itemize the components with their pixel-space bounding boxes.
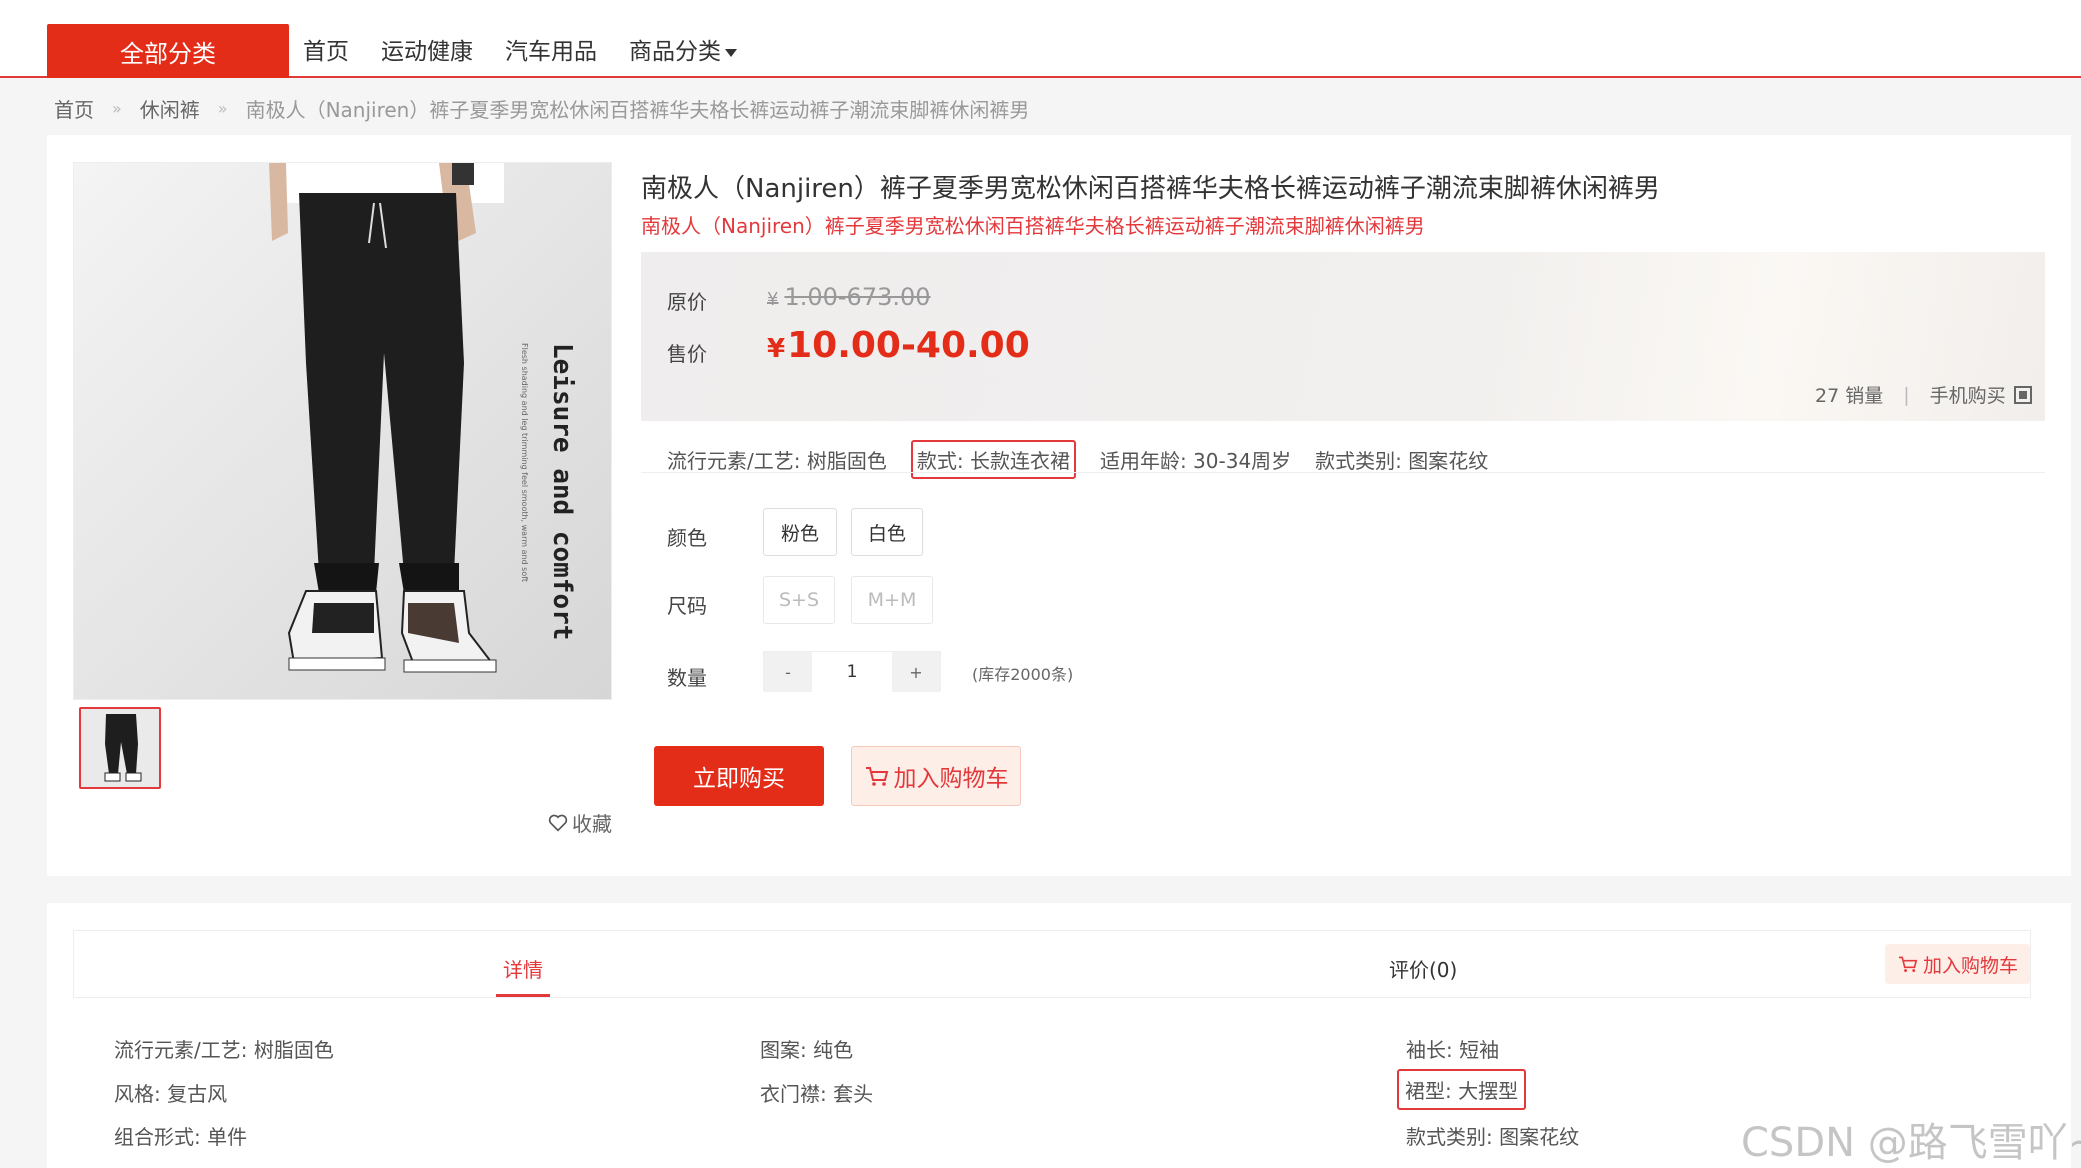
nav-product-categories-label: 商品分类 bbox=[629, 39, 721, 65]
product-attributes: 流行元素/工艺: 树脂固色 款式: 长款连衣裙 适用年龄: 30-34周岁 款式… bbox=[667, 440, 1488, 479]
currency-symbol: ¥ bbox=[767, 289, 779, 310]
breadcrumb-home[interactable]: 首页 bbox=[54, 94, 94, 123]
pants-illustration: Leisure and comfort Flesh shading and le… bbox=[74, 163, 611, 699]
breadcrumb: 首页 » 休闲裤 » 南极人（Nanjiren）裤子夏季男宽松休闲百搭裤华夫格长… bbox=[54, 94, 1029, 123]
attribute-item: 适用年龄: 30-34周岁 bbox=[1099, 449, 1292, 473]
color-label: 颜色 bbox=[667, 526, 707, 550]
quantity-increment-button[interactable]: + bbox=[892, 652, 940, 692]
currency-symbol: ¥ bbox=[767, 334, 786, 364]
stock-info: (库存2000条) bbox=[972, 665, 1074, 684]
spec-item-highlighted: 裙型: 大摆型 bbox=[1397, 1069, 1527, 1110]
nav-links: 首页 运动健康 汽车用品 商品分类 bbox=[303, 32, 801, 66]
breadcrumb-current: 南极人（Nanjiren）裤子夏季男宽松休闲百搭裤华夫格长裤运动裤子潮流束脚裤休… bbox=[245, 98, 1030, 122]
add-to-cart-button[interactable]: 加入购物车 bbox=[851, 746, 1021, 806]
product-title: 南极人（Nanjiren）裤子夏季男宽松休闲百搭裤华夫格长裤运动裤子潮流束脚裤休… bbox=[641, 174, 1660, 204]
color-option-white[interactable]: 白色 bbox=[851, 508, 923, 556]
mobile-buy-link[interactable]: 手机购买 bbox=[1930, 381, 2006, 408]
sales-count: 27 销量 bbox=[1815, 385, 1884, 407]
spec-item: 袖长: 短袖 bbox=[1406, 1038, 1500, 1062]
original-price-label: 原价 bbox=[667, 290, 707, 314]
watermark: CSDN @路飞雪吖~ bbox=[1741, 1120, 2081, 1166]
tab-add-to-cart-button[interactable]: 加入购物车 bbox=[1885, 944, 2030, 984]
nav-home[interactable]: 首页 bbox=[303, 32, 349, 66]
favorite-label: 收藏 bbox=[572, 812, 612, 836]
tab-detail[interactable]: 详情 bbox=[503, 954, 543, 983]
image-subtext: Flesh shading and leg trimming feel smoo… bbox=[520, 343, 529, 582]
heart-icon bbox=[548, 814, 568, 832]
size-option-m[interactable]: M+M bbox=[851, 576, 933, 624]
quantity-label: 数量 bbox=[667, 666, 707, 690]
image-headline: Leisure and comfort bbox=[547, 343, 577, 640]
size-option-s[interactable]: S+S bbox=[763, 576, 835, 624]
attribute-item: 款式类别: 图案花纹 bbox=[1315, 449, 1489, 473]
original-price: ¥1.00-673.00 bbox=[767, 283, 931, 311]
buy-now-button[interactable]: 立即购买 bbox=[654, 746, 824, 806]
divider: | bbox=[1903, 383, 1910, 406]
caret-down-icon bbox=[725, 48, 737, 57]
attribute-item-highlighted: 款式: 长款连衣裙 bbox=[910, 440, 1076, 479]
nav-auto-supplies[interactable]: 汽车用品 bbox=[505, 32, 597, 66]
product-thumbnail[interactable] bbox=[79, 707, 161, 789]
nav-product-categories[interactable]: 商品分类 bbox=[629, 32, 769, 66]
cart-icon bbox=[865, 767, 888, 786]
sales-info: 27 销量 | 手机购买 bbox=[1815, 381, 2032, 408]
breadcrumb-category[interactable]: 休闲裤 bbox=[140, 94, 200, 123]
detail-tabs bbox=[73, 930, 2031, 998]
add-to-cart-label: 加入购物车 bbox=[893, 766, 1009, 792]
spec-item: 流行元素/工艺: 树脂固色 bbox=[114, 1038, 334, 1062]
spec-item: 图案: 纯色 bbox=[760, 1038, 854, 1062]
product-main-image: Leisure and comfort Flesh shading and le… bbox=[73, 162, 612, 700]
quantity-decrement-button[interactable]: - bbox=[764, 652, 812, 692]
attribute-item: 流行元素/工艺: 树脂固色 bbox=[667, 449, 887, 473]
quantity-stepper: - 1 + bbox=[763, 651, 941, 692]
sale-price-value: 10.00-40.00 bbox=[787, 325, 1030, 366]
nav-sports-health[interactable]: 运动健康 bbox=[381, 32, 473, 66]
favorite-button[interactable]: 收藏 bbox=[548, 808, 612, 837]
product-subtitle: 南极人（Nanjiren）裤子夏季男宽松休闲百搭裤华夫格长裤运动裤子潮流束脚裤休… bbox=[641, 214, 1425, 238]
active-tab-indicator bbox=[496, 994, 550, 997]
all-categories-button[interactable]: 全部分类 bbox=[47, 24, 289, 78]
breadcrumb-separator: » bbox=[112, 99, 122, 118]
top-nav: 全部分类 首页 运动健康 汽车用品 商品分类 bbox=[0, 0, 2081, 78]
original-price-value: 1.00-673.00 bbox=[784, 283, 931, 311]
spec-item: 组合形式: 单件 bbox=[114, 1125, 248, 1149]
sale-price-label: 售价 bbox=[667, 342, 707, 366]
thumbnail-image bbox=[81, 709, 159, 787]
size-label: 尺码 bbox=[667, 594, 707, 618]
quantity-input[interactable]: 1 bbox=[812, 652, 892, 692]
cart-icon bbox=[1898, 956, 1918, 973]
sale-price: ¥10.00-40.00 bbox=[767, 325, 1030, 366]
spec-item: 衣门襟: 套头 bbox=[760, 1082, 874, 1106]
qr-code-icon[interactable] bbox=[2013, 385, 2032, 404]
divider bbox=[641, 472, 2045, 473]
tab-reviews[interactable]: 评价(0) bbox=[1389, 954, 1457, 983]
breadcrumb-separator: » bbox=[217, 99, 228, 118]
spec-item: 风格: 复古风 bbox=[114, 1082, 228, 1106]
color-option-pink[interactable]: 粉色 bbox=[763, 508, 837, 556]
tab-add-to-cart-label: 加入购物车 bbox=[1922, 954, 2018, 977]
spec-item: 款式类别: 图案花纹 bbox=[1406, 1125, 1580, 1149]
